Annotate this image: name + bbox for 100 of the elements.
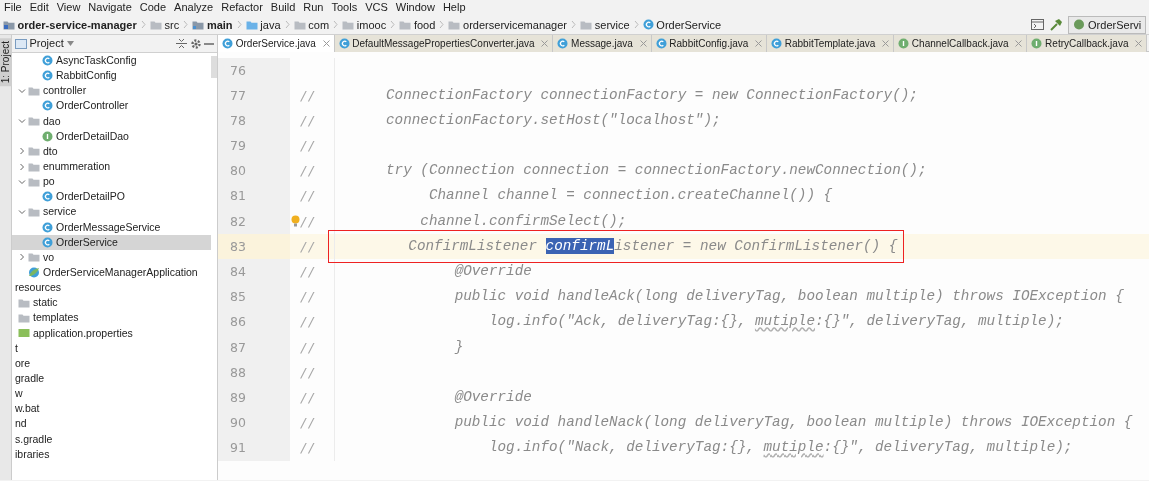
breadcrumb-item[interactable]: OrderService — [656, 15, 722, 34]
breadcrumb-item[interactable]: orderservicemanager — [463, 15, 567, 34]
expander-icon[interactable] — [18, 177, 26, 186]
menu-item[interactable]: Run — [299, 0, 328, 15]
comment-marker: // — [300, 339, 316, 355]
comment-marker: // — [300, 213, 316, 229]
comment-marker: // — [300, 238, 316, 254]
line-number: 83 — [230, 238, 246, 254]
breadcrumb-item[interactable]: src — [164, 15, 180, 34]
close-icon[interactable] — [541, 40, 549, 47]
folder-icon — [342, 19, 355, 30]
editor-tab[interactable]: RabbitConfig.java — [651, 35, 767, 52]
class-icon — [771, 38, 782, 49]
tree-item[interactable]: dto — [12, 143, 211, 159]
tree-item[interactable]: vo — [12, 249, 211, 265]
folder-icon — [28, 161, 40, 172]
editor-tab[interactable]: DefaultMessagePropertiesConverter.java — [334, 35, 554, 52]
editor-tab[interactable]: OrderService.java — [218, 35, 335, 52]
tree-item[interactable]: OrderDetailPO — [12, 189, 211, 205]
chevron-icon — [439, 20, 445, 29]
editor-tab[interactable]: RetryCallback.java — [1027, 35, 1148, 52]
code-line: @Override — [453, 262, 532, 281]
tree-item[interactable]: dao — [12, 113, 211, 129]
code-line: channel.confirmSelect(); — [419, 211, 627, 231]
interface-icon — [42, 130, 53, 142]
tree-item[interactable]: static — [12, 295, 211, 311]
tree-item[interactable]: templates — [12, 310, 211, 326]
editor-tab[interactable]: RabbitTemplate.java — [767, 35, 895, 52]
tree-item[interactable]: w — [12, 386, 211, 402]
menu-item[interactable]: Edit — [25, 0, 53, 15]
menu-item[interactable]: VCS — [361, 0, 392, 15]
close-icon[interactable] — [755, 40, 762, 47]
tree-item[interactable]: gradle — [12, 370, 211, 387]
tree-item[interactable]: application.properties — [12, 325, 211, 341]
close-icon[interactable] — [882, 40, 890, 47]
tree-item[interactable]: OrderServiceManagerApplication — [12, 264, 211, 281]
menu-item[interactable]: Help — [438, 0, 470, 15]
tree-item[interactable]: service — [12, 204, 211, 220]
editor-tab[interactable]: Message.java — [553, 35, 652, 52]
folder-icon — [399, 19, 412, 30]
menu-item[interactable]: Tools — [327, 0, 362, 15]
tree-item[interactable]: s.gradle — [12, 431, 211, 447]
close-icon[interactable] — [639, 40, 647, 47]
tree-item[interactable]: ore — [12, 355, 211, 371]
folder-icon — [580, 19, 592, 30]
menu-item[interactable]: File — [0, 0, 26, 15]
folder-icon — [28, 146, 40, 157]
run-configuration-selector[interactable]: OrderServi — [1068, 15, 1147, 34]
editor-tab[interactable]: ChannelCallback.java — [894, 35, 1028, 52]
menu-item[interactable]: Code — [135, 0, 171, 15]
expander-icon[interactable] — [18, 147, 26, 156]
comment-marker: // — [300, 188, 316, 204]
tree-item[interactable]: RabbitConfig — [12, 68, 211, 84]
expander-icon[interactable] — [18, 207, 26, 216]
menu-item[interactable]: Window — [391, 0, 439, 15]
tree-item[interactable]: AsyncTaskConfig — [12, 53, 211, 69]
expander-icon[interactable] — [18, 162, 26, 171]
line-number: 78 — [230, 112, 246, 128]
menu-item[interactable]: View — [52, 0, 85, 15]
comment-marker: // — [300, 389, 316, 405]
tree-item[interactable]: OrderDetailDao — [12, 128, 211, 144]
menu-item[interactable]: Build — [266, 0, 300, 15]
class-icon — [42, 70, 53, 82]
expander-icon[interactable] — [18, 117, 26, 126]
tree-item[interactable]: po — [12, 174, 211, 190]
tree-item[interactable]: enummeration — [12, 159, 211, 175]
expander-icon[interactable] — [18, 253, 26, 262]
tree-item[interactable]: controller — [12, 83, 211, 99]
comment-marker: // — [300, 138, 316, 154]
breadcrumb-item[interactable]: food — [413, 15, 436, 34]
line-number: 77 — [230, 87, 246, 103]
menu-item[interactable]: Refactor — [217, 0, 267, 15]
tree-item[interactable]: nd — [12, 416, 211, 432]
tree-item[interactable]: resources — [12, 280, 211, 296]
breadcrumb-item[interactable]: order-service-manager — [17, 15, 137, 34]
tree-item[interactable]: OrderService — [12, 234, 211, 250]
close-icon[interactable] — [1015, 40, 1023, 47]
breadcrumb-item[interactable]: java — [260, 15, 281, 34]
project-view-selector[interactable]: Project — [29, 35, 64, 52]
tree-item[interactable]: ibraries — [12, 446, 211, 462]
scrollbar-thumb[interactable] — [211, 56, 217, 78]
tree-item[interactable]: OrderMessageService — [12, 219, 211, 235]
line-number: 82 — [230, 213, 246, 229]
class-icon — [655, 38, 667, 49]
close-icon[interactable] — [1135, 40, 1143, 47]
breadcrumb-item[interactable]: imooc — [356, 15, 387, 34]
breadcrumb-item[interactable]: main — [206, 15, 233, 34]
module-icon — [2, 19, 15, 30]
expander-icon[interactable] — [18, 86, 26, 95]
tree-item[interactable]: t — [12, 340, 211, 356]
breadcrumb-item[interactable]: service — [594, 15, 630, 34]
menu-item[interactable]: Analyze — [170, 0, 218, 15]
tree-item[interactable]: w.bat — [12, 401, 211, 417]
lightbulb-icon[interactable] — [291, 214, 300, 227]
menu-item[interactable]: Navigate — [84, 0, 136, 15]
tree-item[interactable]: OrderController — [12, 98, 211, 114]
breadcrumb-item[interactable]: com — [308, 15, 330, 34]
class-icon — [338, 38, 350, 49]
folder-icon — [293, 19, 306, 30]
close-icon[interactable] — [322, 40, 330, 47]
